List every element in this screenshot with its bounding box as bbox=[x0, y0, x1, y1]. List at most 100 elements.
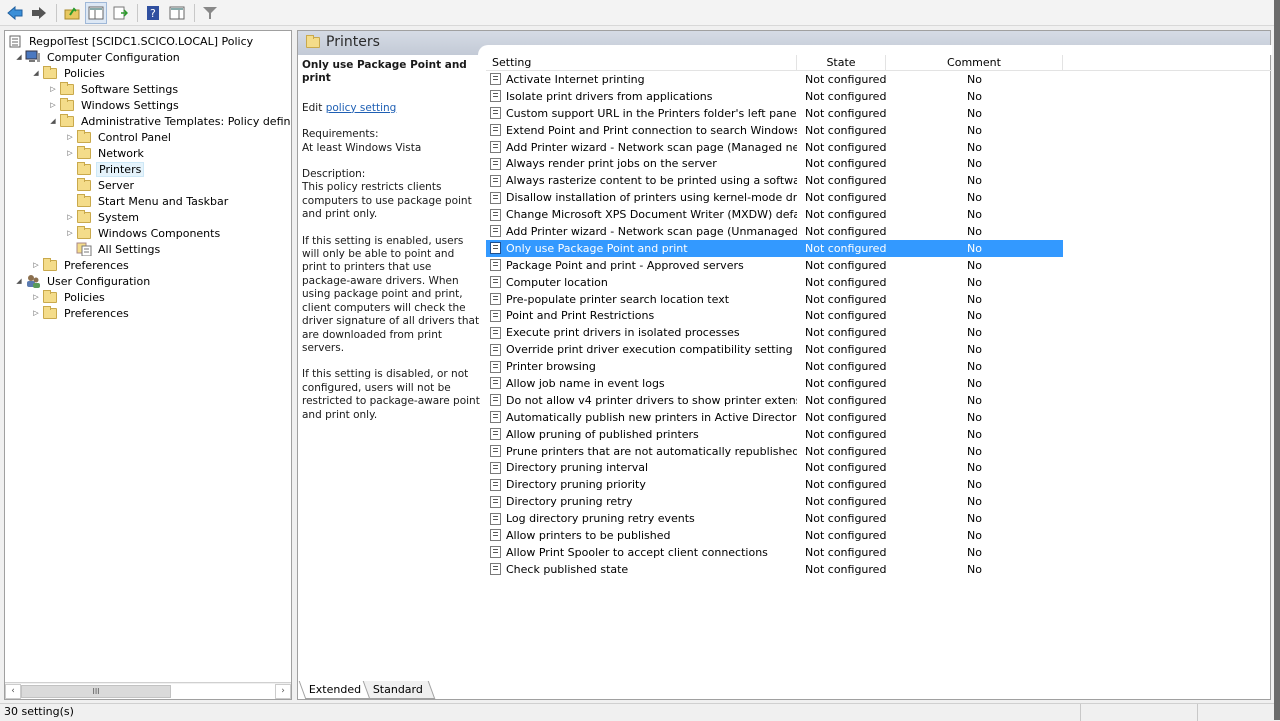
tree-item[interactable]: ▷ Policies bbox=[30, 289, 107, 305]
setting-row[interactable]: Allow Print Spooler to accept client con… bbox=[486, 544, 1063, 561]
expand-arrow-icon[interactable]: ▷ bbox=[47, 85, 59, 93]
setting-row[interactable]: Isolate print drivers from applications N… bbox=[486, 88, 1063, 105]
folder-icon bbox=[42, 257, 58, 272]
tree-item-label: Windows Settings bbox=[81, 98, 179, 112]
setting-row[interactable]: Allow job name in event logs Not configur… bbox=[486, 375, 1063, 392]
edit-policy-setting-link[interactable]: policy setting bbox=[326, 102, 397, 114]
setting-row[interactable]: Allow pruning of published printers Not c… bbox=[486, 426, 1063, 443]
setting-row[interactable]: Always render print jobs on the server No… bbox=[486, 155, 1063, 172]
tree-item[interactable]: Start Menu and Taskbar bbox=[64, 193, 230, 209]
setting-row[interactable]: Computer location Not configured No bbox=[486, 274, 1063, 291]
show-hide-tree-button[interactable] bbox=[85, 1, 107, 24]
tree-item[interactable]: ▷ Network bbox=[64, 145, 146, 161]
window-edge bbox=[1274, 0, 1280, 720]
policy-setting-icon bbox=[490, 529, 501, 542]
collapse-arrow-icon[interactable]: ◢ bbox=[13, 53, 25, 61]
collapse-arrow-icon[interactable]: ◢ bbox=[30, 69, 42, 77]
setting-state: Not configured bbox=[805, 495, 887, 509]
up-one-level-button[interactable] bbox=[61, 2, 83, 24]
setting-state: Not configured bbox=[805, 174, 887, 188]
expand-arrow-icon[interactable]: ▷ bbox=[64, 213, 76, 221]
setting-row[interactable]: Disallow installation of printers using … bbox=[486, 189, 1063, 206]
expand-arrow-icon[interactable]: ▷ bbox=[30, 293, 42, 301]
setting-comment: No bbox=[967, 224, 982, 238]
setting-cell: Add Printer wizard - Network scan page (… bbox=[486, 141, 797, 154]
collapse-arrow-icon[interactable]: ◢ bbox=[47, 117, 59, 125]
collapse-arrow-icon[interactable]: ◢ bbox=[13, 277, 25, 285]
setting-row[interactable]: Custom support URL in the Printers folde… bbox=[486, 105, 1063, 122]
setting-row[interactable]: Activate Internet printing Not configured… bbox=[486, 71, 1063, 88]
tree-item[interactable]: ▷ Windows Settings bbox=[47, 97, 181, 113]
filter-button[interactable] bbox=[199, 2, 221, 24]
setting-row[interactable]: Point and Print Restrictions Not configur… bbox=[486, 307, 1063, 324]
setting-cell: Extend Point and Print connection to sea… bbox=[486, 124, 797, 137]
settings-list-body: Activate Internet printing Not configured… bbox=[486, 71, 1272, 578]
setting-comment: No bbox=[967, 343, 982, 357]
tree-item[interactable]: ▷ Preferences bbox=[30, 305, 131, 321]
tree-item[interactable]: ▷ Control Panel bbox=[64, 129, 173, 145]
up-folder-icon bbox=[64, 6, 80, 19]
tree-item[interactable]: Server bbox=[64, 177, 136, 193]
column-header-setting[interactable]: Setting bbox=[486, 55, 797, 70]
setting-comment: No bbox=[967, 275, 982, 289]
tree-item[interactable]: All Settings bbox=[64, 241, 162, 257]
tree-item[interactable]: ▷ System bbox=[64, 209, 141, 225]
tree-item[interactable]: Printers bbox=[64, 161, 145, 177]
expand-arrow-icon[interactable]: ▷ bbox=[64, 133, 76, 141]
setting-row[interactable]: Printer browsing Not configured No bbox=[486, 358, 1063, 375]
scroll-right-button[interactable]: › bbox=[275, 683, 291, 699]
forward-button[interactable] bbox=[28, 2, 50, 24]
back-button[interactable] bbox=[4, 2, 26, 24]
setting-row[interactable]: Pre-populate printer search location tex… bbox=[486, 291, 1063, 308]
tree-horizontal-scrollbar[interactable]: ‹ III › bbox=[5, 682, 291, 699]
expand-arrow-icon[interactable]: ▷ bbox=[30, 309, 42, 317]
setting-state: Not configured bbox=[805, 444, 887, 458]
tree-item-label: Network bbox=[98, 146, 144, 160]
tree-item[interactable]: ▷ Preferences bbox=[30, 257, 131, 273]
scroll-left-button[interactable]: ‹ bbox=[5, 683, 21, 699]
setting-row[interactable]: Extend Point and Print connection to sea… bbox=[486, 122, 1063, 139]
column-header-comment[interactable]: Comment bbox=[886, 55, 1063, 70]
setting-row[interactable]: Override print driver execution compatib… bbox=[486, 341, 1063, 358]
tab-standard[interactable]: Standard bbox=[362, 681, 436, 699]
expand-arrow-icon[interactable]: ▷ bbox=[64, 229, 76, 237]
tree-item[interactable]: ◢ Administrative Templates: Policy defini… bbox=[47, 113, 291, 129]
tree-root[interactable]: RegpolTest [SCIDC1.SCICO.LOCAL] Policy bbox=[7, 33, 255, 49]
tree-item[interactable]: ◢ User Configuration bbox=[13, 273, 152, 289]
setting-row[interactable]: Directory pruning priority Not configured… bbox=[486, 476, 1063, 493]
expand-arrow-icon[interactable]: ▷ bbox=[64, 149, 76, 157]
column-header-state[interactable]: State bbox=[797, 55, 886, 70]
setting-row[interactable]: Change Microsoft XPS Document Writer (MX… bbox=[486, 206, 1063, 223]
setting-row[interactable]: Directory pruning retry Not configured No bbox=[486, 493, 1063, 510]
tree-item[interactable]: ▷ Software Settings bbox=[47, 81, 180, 97]
console-tree: RegpolTest [SCIDC1.SCICO.LOCAL] Policy ◢… bbox=[5, 31, 291, 681]
tree-item[interactable]: ▷ Windows Components bbox=[64, 225, 222, 241]
setting-row[interactable]: Log directory pruning retry events Not co… bbox=[486, 510, 1063, 527]
setting-cell: Log directory pruning retry events bbox=[486, 512, 797, 525]
setting-row[interactable]: Package Point and print - Approved serve… bbox=[486, 257, 1063, 274]
setting-row[interactable]: Execute print drivers in isolated proces… bbox=[486, 324, 1063, 341]
scroll-track[interactable]: III bbox=[21, 683, 275, 699]
help-button[interactable]: ? bbox=[142, 2, 164, 24]
setting-row[interactable]: Do not allow v4 printer drivers to show … bbox=[486, 392, 1063, 409]
setting-row[interactable]: Prune printers that are not automaticall… bbox=[486, 443, 1063, 460]
expand-arrow-icon[interactable]: ▷ bbox=[47, 101, 59, 109]
expand-arrow-icon[interactable]: ▷ bbox=[30, 261, 42, 269]
export-list-button[interactable] bbox=[109, 2, 131, 24]
setting-row[interactable]: Only use Package Point and print Not conf… bbox=[486, 239, 1063, 257]
scroll-thumb[interactable]: III bbox=[21, 684, 171, 698]
setting-row[interactable]: Automatically publish new printers in Ac… bbox=[486, 409, 1063, 426]
setting-row[interactable]: Add Printer wizard - Network scan page (… bbox=[486, 223, 1063, 240]
toolbar-separator bbox=[137, 3, 138, 22]
setting-row[interactable]: Allow printers to be published Not config… bbox=[486, 527, 1063, 544]
setting-row[interactable]: Add Printer wizard - Network scan page (… bbox=[486, 139, 1063, 156]
setting-row[interactable]: Always rasterize content to be printed u… bbox=[486, 172, 1063, 189]
status-text: 30 setting(s) bbox=[4, 705, 74, 718]
setting-comment: No bbox=[967, 89, 982, 103]
show-action-pane-button[interactable] bbox=[166, 2, 188, 24]
tab-extended[interactable]: Extended bbox=[298, 681, 374, 699]
setting-row[interactable]: Check published state Not configured No bbox=[486, 561, 1063, 578]
tree-item[interactable]: ◢ Policies bbox=[30, 65, 107, 81]
setting-row[interactable]: Directory pruning interval Not configured… bbox=[486, 459, 1063, 476]
tree-item[interactable]: ◢ Computer Configuration bbox=[13, 49, 182, 65]
